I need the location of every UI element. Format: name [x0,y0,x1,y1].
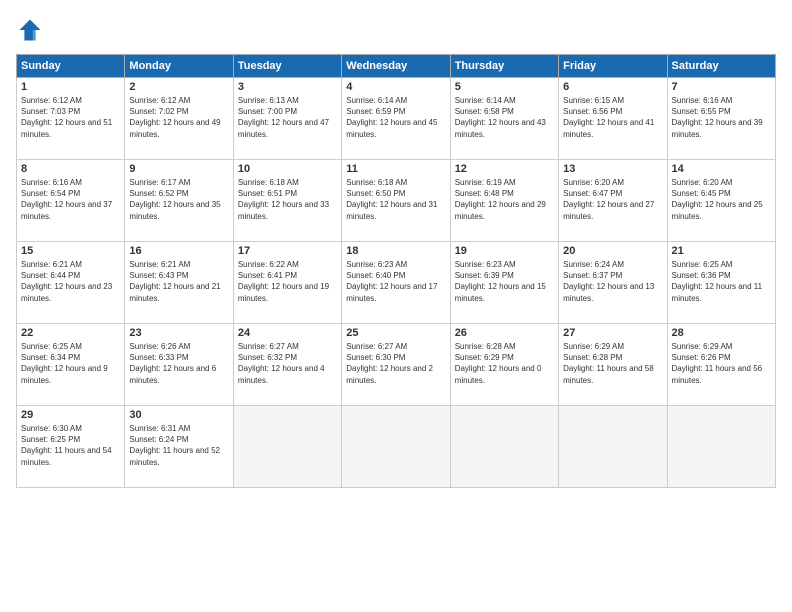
col-tuesday: Tuesday [233,55,341,78]
table-row: 14Sunrise: 6:20 AMSunset: 6:45 PMDayligh… [667,160,775,242]
table-row: 4Sunrise: 6:14 AMSunset: 6:59 PMDaylight… [342,78,450,160]
table-row: 25Sunrise: 6:27 AMSunset: 6:30 PMDayligh… [342,324,450,406]
table-row: 7Sunrise: 6:16 AMSunset: 6:55 PMDaylight… [667,78,775,160]
col-friday: Friday [559,55,667,78]
calendar-week-5: 29Sunrise: 6:30 AMSunset: 6:25 PMDayligh… [17,406,776,488]
table-row: 23Sunrise: 6:26 AMSunset: 6:33 PMDayligh… [125,324,233,406]
logo-icon [16,16,44,44]
table-row: 3Sunrise: 6:13 AMSunset: 7:00 PMDaylight… [233,78,341,160]
col-sunday: Sunday [17,55,125,78]
table-row: 2Sunrise: 6:12 AMSunset: 7:02 PMDaylight… [125,78,233,160]
table-row: 22Sunrise: 6:25 AMSunset: 6:34 PMDayligh… [17,324,125,406]
col-wednesday: Wednesday [342,55,450,78]
table-row: 17Sunrise: 6:22 AMSunset: 6:41 PMDayligh… [233,242,341,324]
table-row: 18Sunrise: 6:23 AMSunset: 6:40 PMDayligh… [342,242,450,324]
table-row: 5Sunrise: 6:14 AMSunset: 6:58 PMDaylight… [450,78,558,160]
table-row: 10Sunrise: 6:18 AMSunset: 6:51 PMDayligh… [233,160,341,242]
table-row: 15Sunrise: 6:21 AMSunset: 6:44 PMDayligh… [17,242,125,324]
table-row: 29Sunrise: 6:30 AMSunset: 6:25 PMDayligh… [17,406,125,488]
table-row: 11Sunrise: 6:18 AMSunset: 6:50 PMDayligh… [342,160,450,242]
table-row: 21Sunrise: 6:25 AMSunset: 6:36 PMDayligh… [667,242,775,324]
header [16,16,776,44]
table-row [667,406,775,488]
table-row: 16Sunrise: 6:21 AMSunset: 6:43 PMDayligh… [125,242,233,324]
col-monday: Monday [125,55,233,78]
calendar-week-1: 1Sunrise: 6:12 AMSunset: 7:03 PMDaylight… [17,78,776,160]
table-row: 6Sunrise: 6:15 AMSunset: 6:56 PMDaylight… [559,78,667,160]
calendar-week-4: 22Sunrise: 6:25 AMSunset: 6:34 PMDayligh… [17,324,776,406]
table-row: 8Sunrise: 6:16 AMSunset: 6:54 PMDaylight… [17,160,125,242]
table-row [450,406,558,488]
table-row: 13Sunrise: 6:20 AMSunset: 6:47 PMDayligh… [559,160,667,242]
table-row [559,406,667,488]
calendar-header-row: Sunday Monday Tuesday Wednesday Thursday… [17,55,776,78]
calendar-table: Sunday Monday Tuesday Wednesday Thursday… [16,54,776,488]
col-saturday: Saturday [667,55,775,78]
table-row: 27Sunrise: 6:29 AMSunset: 6:28 PMDayligh… [559,324,667,406]
table-row: 26Sunrise: 6:28 AMSunset: 6:29 PMDayligh… [450,324,558,406]
table-row: 1Sunrise: 6:12 AMSunset: 7:03 PMDaylight… [17,78,125,160]
table-row: 20Sunrise: 6:24 AMSunset: 6:37 PMDayligh… [559,242,667,324]
calendar-page: Sunday Monday Tuesday Wednesday Thursday… [0,0,792,612]
table-row [342,406,450,488]
table-row: 9Sunrise: 6:17 AMSunset: 6:52 PMDaylight… [125,160,233,242]
calendar-week-3: 15Sunrise: 6:21 AMSunset: 6:44 PMDayligh… [17,242,776,324]
col-thursday: Thursday [450,55,558,78]
table-row: 24Sunrise: 6:27 AMSunset: 6:32 PMDayligh… [233,324,341,406]
table-row: 28Sunrise: 6:29 AMSunset: 6:26 PMDayligh… [667,324,775,406]
table-row: 30Sunrise: 6:31 AMSunset: 6:24 PMDayligh… [125,406,233,488]
logo [16,16,48,44]
table-row: 19Sunrise: 6:23 AMSunset: 6:39 PMDayligh… [450,242,558,324]
table-row: 12Sunrise: 6:19 AMSunset: 6:48 PMDayligh… [450,160,558,242]
calendar-week-2: 8Sunrise: 6:16 AMSunset: 6:54 PMDaylight… [17,160,776,242]
table-row [233,406,341,488]
